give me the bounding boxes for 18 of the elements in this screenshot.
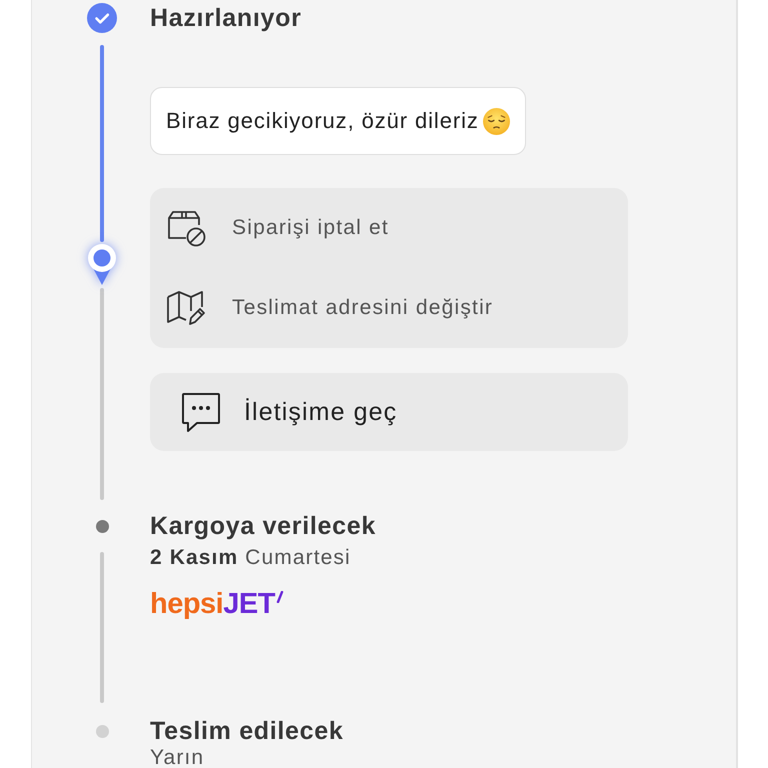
step-dot-icon xyxy=(96,724,108,738)
pensive-face-icon xyxy=(482,108,510,134)
check-icon xyxy=(87,3,117,33)
action-button[interactable]: Teslimat adresini değiştir xyxy=(150,268,628,348)
step-title: Hazırlanıyor xyxy=(150,3,302,33)
chat-bubble-icon xyxy=(180,391,222,433)
message-text: Biraz gecikiyoruz, özür dileriz xyxy=(166,108,479,134)
step-dot-icon xyxy=(96,520,108,532)
map-pencil-icon xyxy=(166,289,206,327)
step-date: 2 Kasım Cumartesi xyxy=(150,545,351,570)
action-button[interactable]: Siparişi iptal et xyxy=(150,188,628,268)
step-date: Yarın xyxy=(150,747,204,768)
progress-marker-icon xyxy=(85,242,119,286)
step-title: Kargoya verilecek xyxy=(150,511,376,541)
carrier-logo: hepsiJET xyxy=(150,589,284,620)
box-prohibited-icon xyxy=(166,209,206,247)
step-title: Teslim edilecek xyxy=(150,716,344,746)
contact-button[interactable]: İletişime geç xyxy=(150,373,628,451)
